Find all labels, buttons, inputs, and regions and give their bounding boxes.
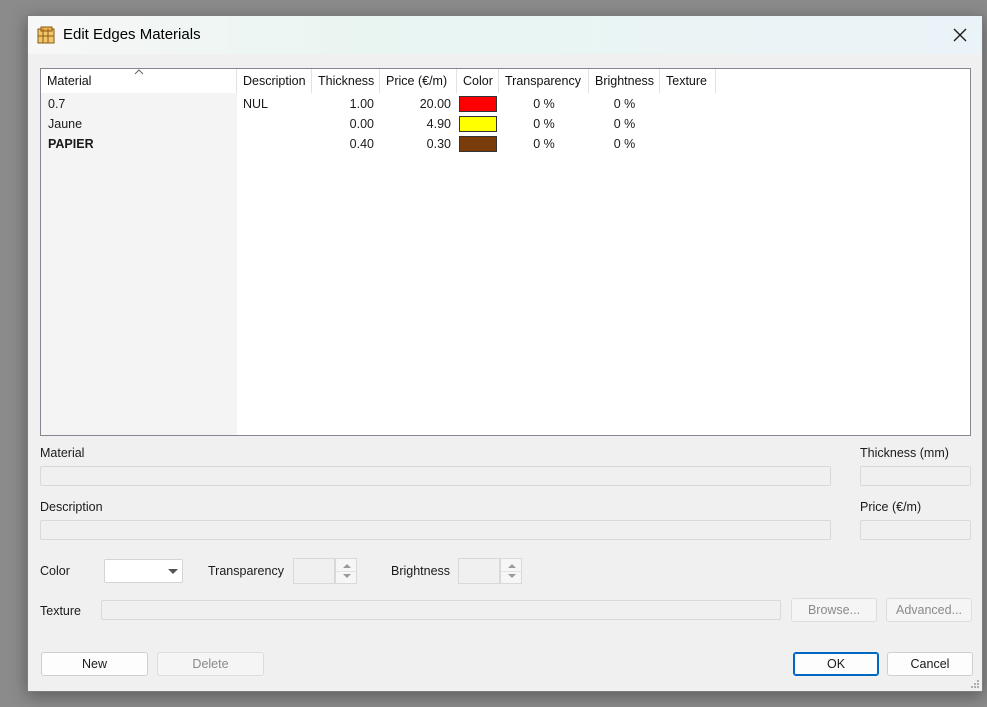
transparency-input[interactable] bbox=[293, 558, 335, 584]
texture-field[interactable] bbox=[101, 600, 781, 620]
thickness-field[interactable] bbox=[860, 466, 971, 486]
texture-label: Texture bbox=[40, 604, 81, 618]
new-button[interactable]: New bbox=[41, 652, 148, 676]
material-label: Material bbox=[40, 446, 85, 460]
cell-material: 0.7 bbox=[48, 97, 66, 111]
materials-icon bbox=[37, 26, 55, 44]
delete-button[interactable]: Delete bbox=[157, 652, 264, 676]
close-icon bbox=[953, 28, 967, 42]
transparency-spin-buttons[interactable] bbox=[335, 558, 357, 584]
color-swatch bbox=[459, 96, 497, 112]
spin-up-icon[interactable] bbox=[508, 564, 516, 568]
material-field[interactable] bbox=[40, 466, 831, 486]
brightness-label: Brightness bbox=[391, 564, 451, 578]
advanced-button[interactable]: Advanced... bbox=[886, 598, 972, 622]
spin-up-icon[interactable] bbox=[343, 564, 351, 568]
color-swatch bbox=[459, 136, 497, 152]
cell-price: 20.00 bbox=[419, 97, 451, 111]
color-label: Color bbox=[40, 564, 70, 578]
description-field[interactable] bbox=[40, 520, 831, 540]
column-header-color[interactable]: Color bbox=[457, 69, 499, 93]
browse-button[interactable]: Browse... bbox=[791, 598, 877, 622]
column-header-brightness[interactable]: Brightness bbox=[589, 69, 660, 93]
thickness-label: Thickness (mm) bbox=[860, 446, 949, 460]
cell-material: Jaune bbox=[48, 117, 83, 131]
chevron-down-icon bbox=[168, 569, 178, 574]
title-bar[interactable]: Edit Edges Materials bbox=[28, 16, 982, 54]
cell-transparency: 0 % bbox=[533, 97, 555, 111]
column-header-label: Material bbox=[47, 74, 92, 88]
price-label: Price (€/m) bbox=[860, 500, 922, 514]
cell-transparency: 0 % bbox=[533, 137, 555, 151]
cell-transparency: 0 % bbox=[533, 117, 555, 131]
materials-grid[interactable]: Material Description Thickness Price (€/… bbox=[40, 68, 971, 436]
cell-price: 4.90 bbox=[426, 117, 451, 131]
resize-grip-icon[interactable] bbox=[969, 678, 980, 689]
column-header-texture[interactable]: Texture bbox=[660, 69, 716, 93]
brightness-spinner[interactable] bbox=[458, 558, 522, 584]
cell-brightness: 0 % bbox=[613, 137, 636, 151]
close-button[interactable] bbox=[938, 16, 982, 54]
cell-brightness: 0 % bbox=[613, 97, 636, 111]
color-dropdown[interactable] bbox=[104, 559, 183, 583]
cell-price: 0.30 bbox=[426, 137, 451, 151]
column-header-description[interactable]: Description bbox=[237, 69, 312, 93]
edit-edges-materials-dialog: Edit Edges Materials Material Descriptio… bbox=[27, 15, 983, 692]
spin-down-icon[interactable] bbox=[343, 574, 351, 578]
cell-material: PAPIER bbox=[48, 137, 94, 151]
cell-brightness: 0 % bbox=[613, 117, 636, 131]
transparency-spinner[interactable] bbox=[293, 558, 357, 584]
ok-button[interactable]: OK bbox=[793, 652, 879, 676]
cancel-button[interactable]: Cancel bbox=[887, 652, 973, 676]
column-header-material[interactable]: Material bbox=[41, 69, 237, 93]
price-field[interactable] bbox=[860, 520, 971, 540]
spin-down-icon[interactable] bbox=[508, 574, 516, 578]
cell-thickness: 1.00 bbox=[349, 97, 374, 111]
transparency-label: Transparency bbox=[208, 564, 284, 578]
brightness-input[interactable] bbox=[458, 558, 500, 584]
brightness-spin-buttons[interactable] bbox=[500, 558, 522, 584]
cell-thickness: 0.00 bbox=[349, 117, 374, 131]
sort-ascending-icon bbox=[134, 69, 144, 75]
color-swatch bbox=[459, 116, 497, 132]
cell-thickness: 0.40 bbox=[349, 137, 374, 151]
window-title: Edit Edges Materials bbox=[63, 26, 201, 43]
cell-description: NUL bbox=[243, 97, 269, 111]
column-header-thickness[interactable]: Thickness bbox=[312, 69, 380, 93]
column-header-transparency[interactable]: Transparency bbox=[499, 69, 589, 93]
description-label: Description bbox=[40, 500, 103, 514]
column-header-price[interactable]: Price (€/m) bbox=[380, 69, 457, 93]
